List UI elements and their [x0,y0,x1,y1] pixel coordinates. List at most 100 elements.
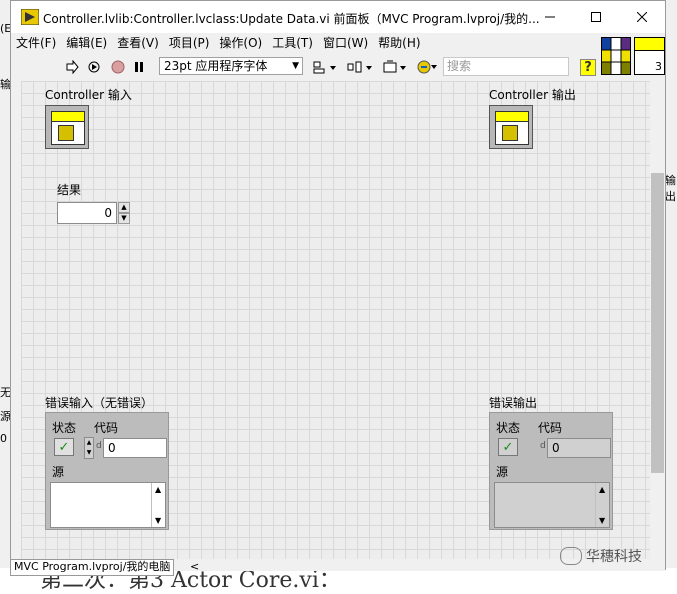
code-radix: d [96,441,102,451]
checkmark-icon: ✓ [502,439,514,455]
status-indicator: ✓ [498,438,518,456]
watermark: 华穗科技 [560,546,642,566]
class-icon-body [495,111,529,145]
resize-objects-button[interactable] [381,57,409,77]
menu-operate[interactable]: 操作(O) [214,33,267,53]
minimize-button[interactable] [527,1,573,33]
distribute-objects-button[interactable] [345,57,375,77]
run-button[interactable] [63,57,81,77]
font-select[interactable]: 23pt 应用程序字体 ▼ [159,57,303,75]
reorder-icon [417,60,437,74]
close-icon [637,12,647,22]
maximize-icon [591,12,601,22]
help-question-icon: ? [580,58,596,76]
watermark-text: 华穗科技 [586,549,642,565]
stop-icon [111,60,125,74]
vertical-scrollbar[interactable] [650,81,665,559]
background-window-right: 输出 [665,0,677,586]
controller-in-label: Controller 输入 [45,88,132,102]
code-label: 代码 [94,421,119,435]
vertical-scroll-thumb[interactable] [651,173,664,473]
status-label: 状态 [496,421,521,435]
front-panel-window: Controller.lvlib:Controller.lvclass:Upda… [10,0,666,571]
font-select-value: 23pt 应用程序字体 [164,59,268,73]
controller-out-indicator[interactable] [489,105,533,149]
minimize-icon [545,16,555,18]
menu-edit[interactable]: 编辑(E) [61,33,112,53]
source-scrollbar[interactable]: ▲ ▼ [151,483,165,527]
project-context-label[interactable]: MVC Program.lvproj/我的电脑 [10,559,175,576]
error-in-label: 错误输入（无错误） [45,396,154,410]
source-label: 源 [52,465,65,479]
front-panel-canvas[interactable]: Controller 输入 Controller 输出 结果 0 ▲ ▼ 错误输… [21,81,650,559]
resize-objects-icon [383,60,406,73]
arrow-up-icon: ▲ [121,203,127,211]
menu-view[interactable]: 查看(V) [112,33,164,53]
abort-button[interactable] [109,57,127,77]
pause-button[interactable] [131,57,147,77]
result-numeric-control[interactable]: 0 [57,202,117,224]
title-bar[interactable]: Controller.lvlib:Controller.lvclass:Upda… [11,1,665,33]
reorder-button[interactable] [415,57,439,77]
connector-count: 3 [655,60,662,73]
connector-pane-icon [601,37,631,75]
context-help-button[interactable]: ? [579,57,597,77]
project-context-text: MVC Program.lvproj/我的电脑 [14,560,171,573]
increment-button[interactable]: ▲ [118,202,130,213]
scroll-up-icon: ▲ [599,485,606,494]
source-scrollbar[interactable]: ▲ ▼ [595,483,609,527]
spin-arrows-icon: ▲ ▼ [86,439,92,456]
code-numeric-control[interactable]: 0 [103,438,167,458]
menu-tools[interactable]: 工具(T) [267,33,318,53]
status-checkbox[interactable]: ✓ [54,438,74,456]
code-in-value: 0 [108,441,116,455]
controller-out-label: Controller 输出 [489,88,576,102]
code-label: 代码 [538,421,563,435]
class-icon-body [51,111,85,145]
close-button[interactable] [619,1,665,33]
source-label: 源 [496,465,509,479]
run-continuously-button[interactable] [84,57,104,77]
error-out-cluster: 状态 代码 ✓ d 0 源 ▲ ▼ [489,412,613,530]
controller-in-control[interactable] [45,105,89,149]
wechat-icon [560,547,582,565]
search-input[interactable]: 搜索 [443,57,569,76]
align-objects-icon [313,61,336,74]
decrement-button[interactable]: ▼ [118,213,130,224]
connector-pane[interactable]: 3 [601,37,665,75]
result-label: 结果 [57,183,82,197]
checkmark-icon: ✓ [58,439,70,455]
menu-bar: 文件(F) 编辑(E) 查看(V) 项目(P) 操作(O) 工具(T) 窗口(W… [11,33,601,53]
align-objects-button[interactable] [311,57,339,77]
menu-file[interactable]: 文件(F) [11,33,61,53]
arrow-down-icon: ▼ [121,214,127,222]
code-radix: d [540,441,546,451]
run-continuously-icon [88,61,100,73]
code-numeric-indicator: 0 [547,438,611,458]
pause-icon [135,62,143,72]
result-value: 0 [104,206,112,220]
menu-project[interactable]: 项目(P) [164,33,215,53]
source-string-indicator: ▲ ▼ [494,482,610,528]
chevron-left-icon: < [190,560,200,573]
window-title: Controller.lvlib:Controller.lvclass:Upda… [43,12,540,26]
run-arrow-icon [66,60,79,74]
status-label: 状态 [52,421,77,435]
scroll-left-button[interactable]: < [190,560,199,573]
vi-icon[interactable]: 3 [634,37,665,75]
source-string-control[interactable]: ▲ ▼ [50,482,166,528]
code-spinner[interactable]: ▲ ▼ [84,437,94,459]
bg-fragment: 输出 [665,174,676,203]
error-out-label: 错误输出 [489,396,538,410]
menu-window[interactable]: 窗口(W) [318,33,373,53]
scroll-down-icon: ▼ [155,516,162,525]
menu-help[interactable]: 帮助(H) [373,33,425,53]
distribute-objects-icon [347,61,372,73]
scroll-up-icon: ▲ [155,485,162,494]
cube-icon [58,125,74,141]
search-placeholder: 搜索 [447,59,472,73]
cube-icon [502,125,518,141]
code-out-value: 0 [552,441,560,455]
maximize-button[interactable] [573,1,619,33]
scroll-down-icon: ▼ [599,516,606,525]
